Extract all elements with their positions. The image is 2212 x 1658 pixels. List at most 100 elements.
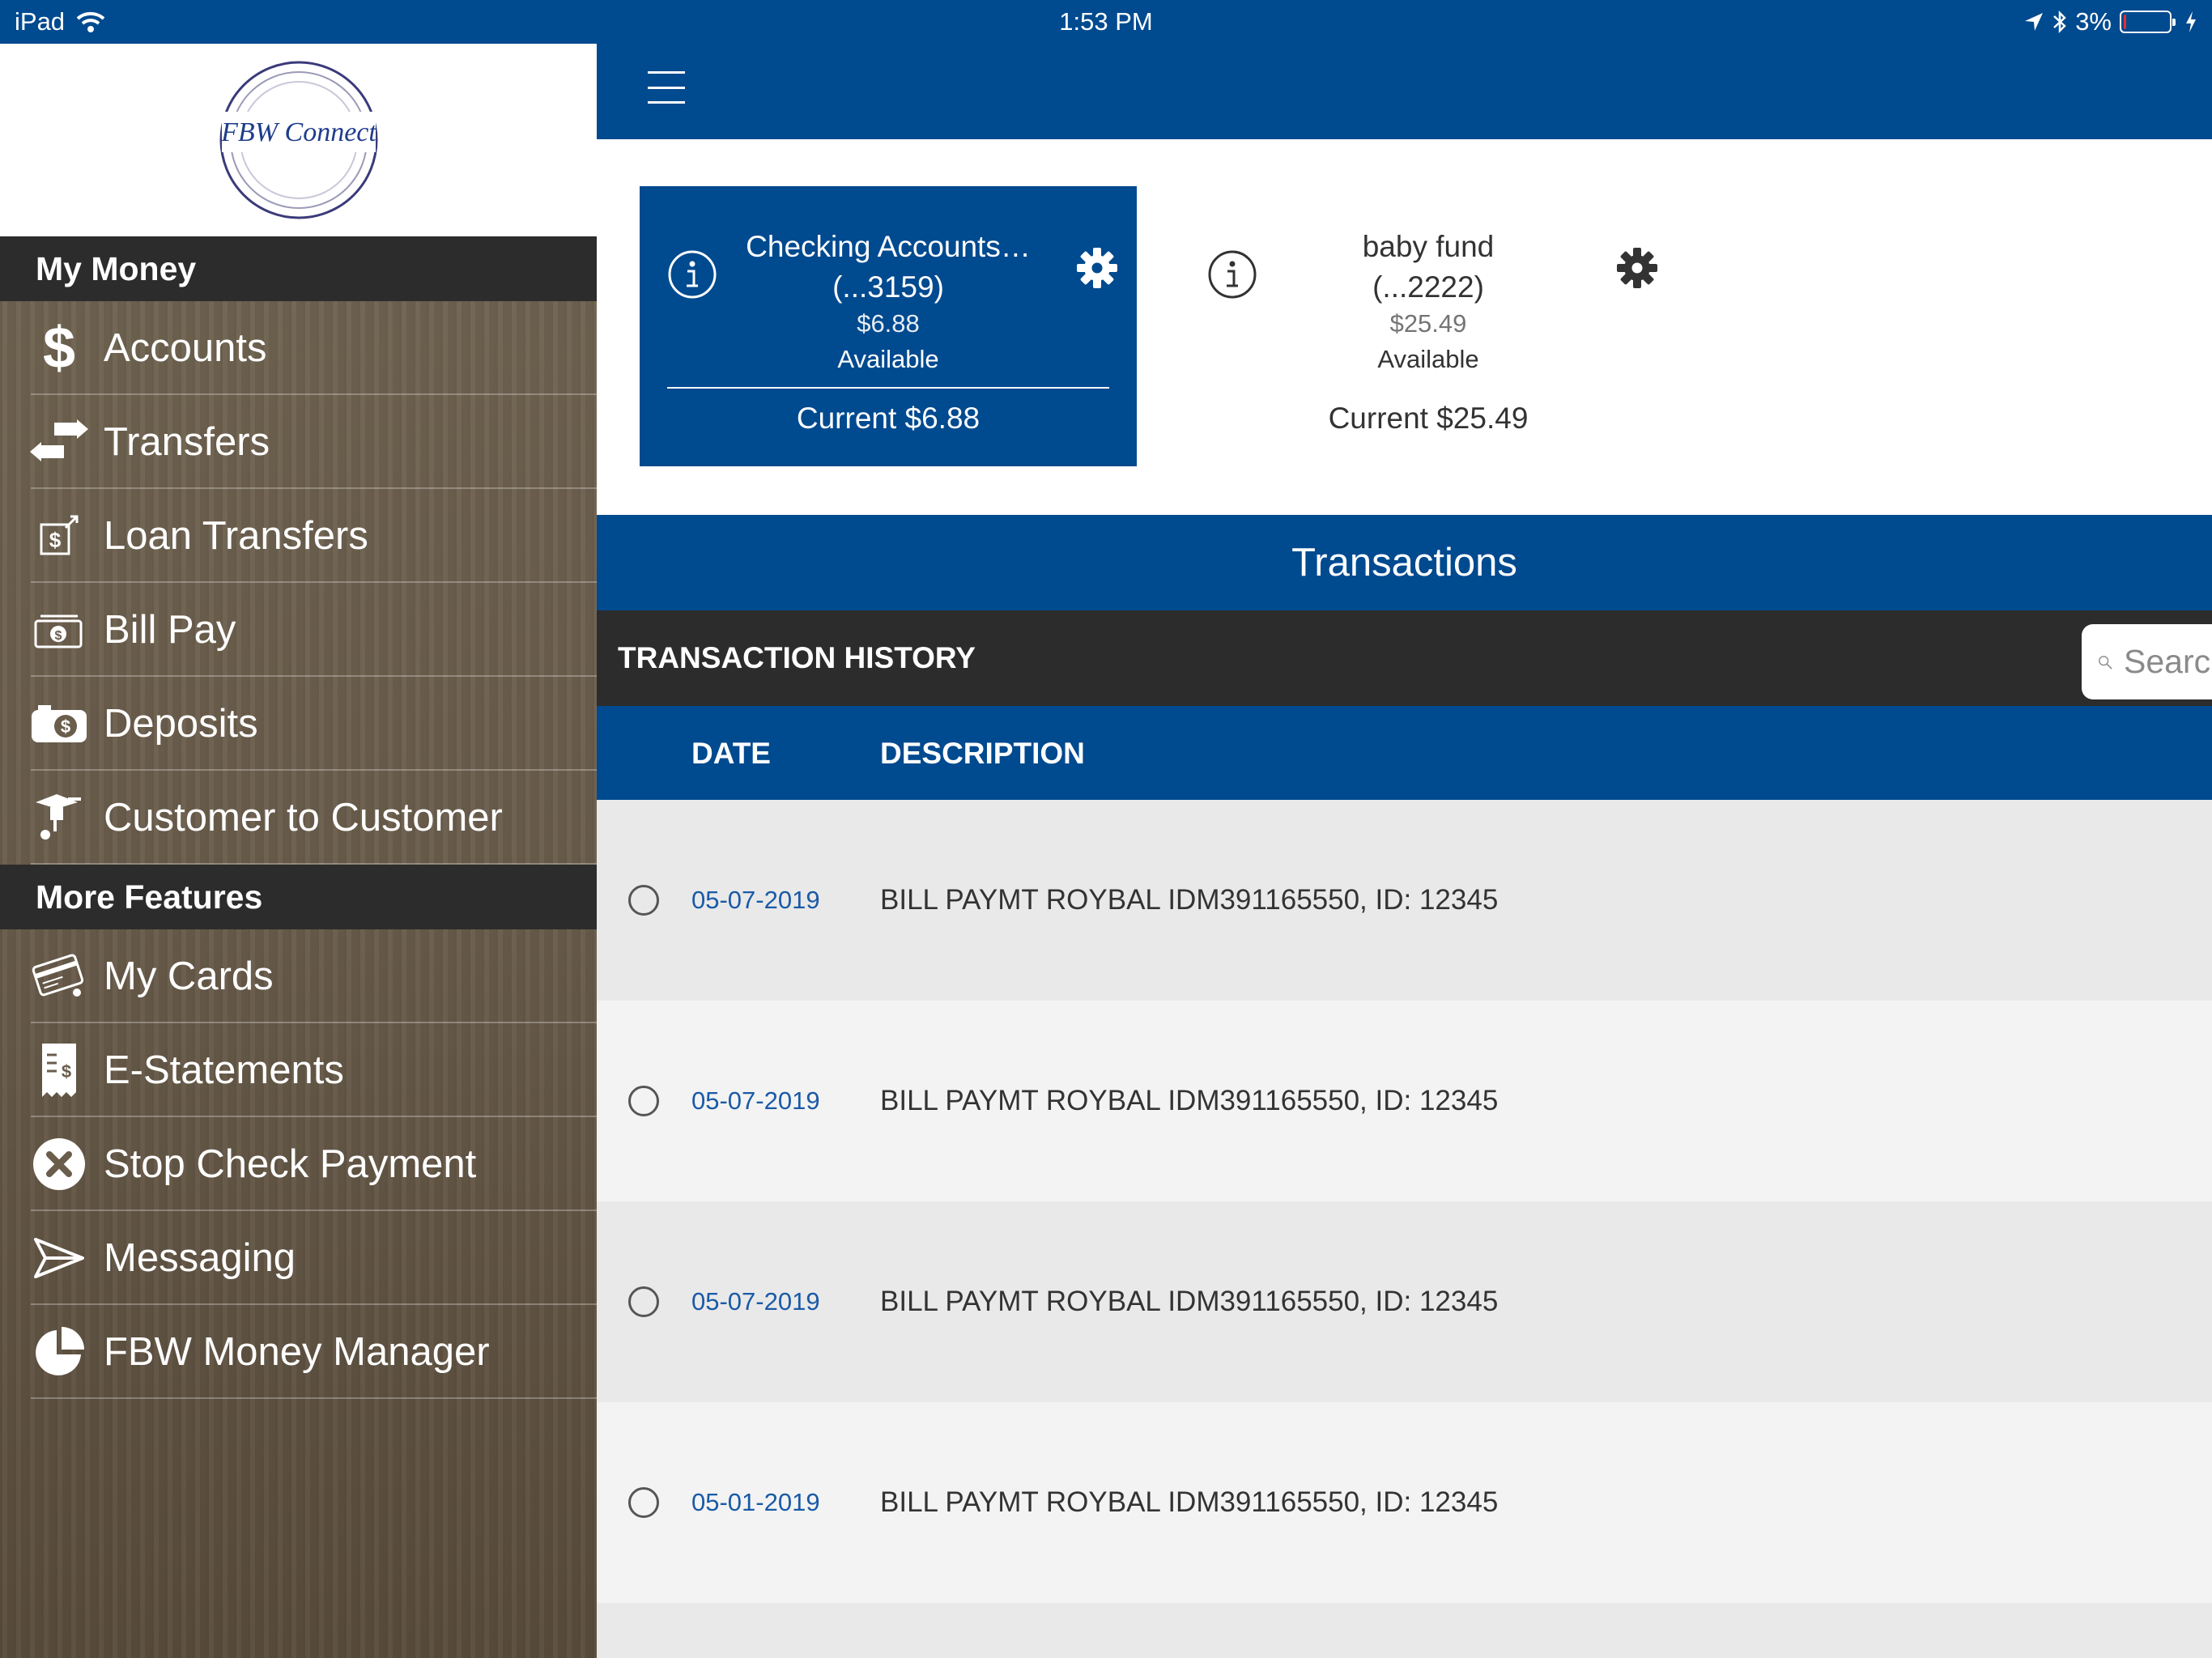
svg-text:$: $ [55, 629, 62, 643]
sidebar-item-e-statements[interactable]: $ E-Statements [0, 1023, 597, 1117]
account-number: (...2222) [1372, 270, 1484, 304]
search-box[interactable] [2082, 624, 2212, 699]
transaction-date: 05-07-2019 [691, 1086, 820, 1115]
row-select-radio[interactable] [628, 1487, 659, 1518]
column-header-row: DATE DESCRIPTION [597, 706, 2212, 800]
available-label: Available [1377, 345, 1479, 373]
account-card-baby-fund[interactable]: baby fund (...2222) $25.49 Available Cur… [1180, 186, 1677, 466]
charging-bolt-icon [2186, 11, 2196, 32]
sidebar-item-label: Loan Transfers [104, 514, 368, 558]
receipt-icon: $ [23, 1038, 96, 1103]
search-input[interactable] [2122, 642, 2212, 682]
transaction-date: 05-01-2019 [691, 1488, 820, 1516]
camera-deposit-icon: $ [23, 691, 96, 756]
sidebar-item-label: Transfers [104, 420, 270, 464]
stop-x-icon [23, 1132, 96, 1197]
svg-text:$: $ [49, 528, 62, 552]
transaction-description: BILL PAYMT ROYBAL IDM391165550, ID: 1234… [880, 1286, 1499, 1317]
device-name: iPad [15, 7, 66, 36]
transaction-description: BILL PAYMT ROYBAL IDM391165550, ID: 1234… [880, 1486, 1499, 1518]
logo-area: FBW Connect [0, 44, 597, 236]
hamburger-menu-icon[interactable] [648, 71, 685, 104]
sidebar: FBW Connect My Money $ Accounts Transfer… [0, 0, 597, 1658]
fbw-connect-logo: FBW Connect [219, 61, 377, 219]
svg-text:$: $ [61, 716, 70, 737]
more-features-header: More Features [0, 865, 597, 929]
bill-pay-icon: $ [23, 597, 96, 662]
gear-icon[interactable] [1075, 246, 1119, 290]
sidebar-item-accounts[interactable]: $ Accounts [0, 301, 597, 395]
account-number: (...3159) [832, 270, 944, 304]
status-bar: iPad 1:53 PM 3% [0, 0, 2212, 44]
loan-transfer-icon: $ [23, 504, 96, 568]
sidebar-item-loan-transfers[interactable]: $ Loan Transfers [0, 489, 597, 583]
location-arrow-icon [2025, 13, 2044, 31]
cards-icon [23, 944, 96, 1009]
column-header-description[interactable]: DESCRIPTION [880, 737, 1085, 771]
transaction-row[interactable]: 05-07-2019 BILL PAYMT ROYBAL IDM39116555… [597, 1001, 2212, 1201]
wifi-icon [76, 11, 105, 32]
sidebar-item-label: Bill Pay [104, 608, 236, 652]
pie-chart-icon [23, 1320, 96, 1384]
sidebar-item-customer-to-customer[interactable]: Customer to Customer [0, 771, 597, 865]
info-icon[interactable] [667, 249, 717, 300]
current-balance: Current $6.88 [796, 402, 981, 435]
sidebar-item-label: E-Statements [104, 1048, 344, 1092]
battery-percent: 3% [2075, 7, 2112, 36]
sidebar-item-label: FBW Money Manager [104, 1330, 490, 1374]
sidebar-item-label: My Cards [104, 954, 274, 998]
search-icon [2099, 655, 2112, 669]
transaction-description: BILL PAYMT ROYBAL IDM391165550, ID: 1234… [880, 884, 1499, 916]
transaction-date: 05-07-2019 [691, 1287, 820, 1316]
column-header-date[interactable]: DATE [691, 737, 771, 771]
svg-text:$: $ [62, 1061, 71, 1082]
row-select-radio[interactable] [628, 885, 659, 916]
transaction-description: BILL PAYMT ROYBAL IDM391165550, ID: 1234… [880, 1085, 1499, 1116]
sidebar-item-messaging[interactable]: Messaging [0, 1211, 597, 1305]
sidebar-item-label: Deposits [104, 702, 258, 746]
transactions-title: Transactions [1291, 541, 1517, 585]
account-name-text: Checking Accounts… [746, 230, 1031, 263]
transfer-arrows-icon [23, 410, 96, 474]
sidebar-item-fbw-money-manager[interactable]: FBW Money Manager [0, 1305, 597, 1399]
transaction-row[interactable]: 05-07-2019 BILL PAYMT ROYBAL IDM39116555… [597, 800, 2212, 1001]
status-time: 1:53 PM [1059, 7, 1153, 36]
transaction-row-partial [597, 1603, 2212, 1658]
current-balance: Current $25.49 [1328, 402, 1529, 435]
available-amount: $25.49 [1389, 309, 1467, 338]
transaction-row[interactable]: 05-07-2019 BILL PAYMT ROYBAL IDM39116555… [597, 1201, 2212, 1402]
gear-icon[interactable] [1615, 246, 1659, 290]
row-select-radio[interactable] [628, 1086, 659, 1116]
card-divider [667, 387, 1109, 389]
sidebar-item-label: Accounts [104, 326, 267, 370]
my-money-header: My Money [0, 236, 597, 301]
transaction-date: 05-07-2019 [691, 886, 820, 914]
sidebar-item-label: Customer to Customer [104, 796, 503, 840]
battery-level [2124, 15, 2126, 29]
account-card-checking[interactable]: Checking Accounts… (...3159) $6.88 Avail… [640, 186, 1137, 466]
transaction-history-label: TRANSACTION HISTORY [618, 641, 976, 674]
logo-text: FBW Connect [220, 117, 377, 147]
transactions-title-bar: Transactions [597, 515, 2212, 610]
account-name: baby fund (...2222) [1269, 227, 1588, 308]
sidebar-item-label: Stop Check Payment [104, 1142, 477, 1186]
available-label: Available [837, 345, 939, 373]
sidebar-item-deposits[interactable]: $ Deposits [0, 677, 597, 771]
sidebar-item-transfers[interactable]: Transfers [0, 395, 597, 489]
bluetooth-icon [2053, 10, 2066, 34]
account-name-text: baby fund [1362, 230, 1495, 263]
sidebar-item-my-cards[interactable]: My Cards [0, 929, 597, 1023]
account-name: Checking Accounts… (...3159) [729, 227, 1048, 308]
info-icon[interactable] [1207, 249, 1257, 300]
customer-transfer-icon [23, 785, 96, 850]
paper-plane-icon [23, 1226, 96, 1290]
dollar-icon: $ [42, 316, 76, 380]
sidebar-item-label: Messaging [104, 1236, 296, 1280]
transaction-history-bar: TRANSACTION HISTORY [597, 610, 2212, 706]
transaction-row[interactable]: 05-01-2019 BILL PAYMT ROYBAL IDM39116555… [597, 1402, 2212, 1603]
sidebar-item-stop-check-payment[interactable]: Stop Check Payment [0, 1117, 597, 1211]
battery-icon [2120, 11, 2176, 33]
row-select-radio[interactable] [628, 1286, 659, 1317]
sidebar-item-bill-pay[interactable]: $ Bill Pay [0, 583, 597, 677]
available-amount: $6.88 [857, 309, 920, 338]
